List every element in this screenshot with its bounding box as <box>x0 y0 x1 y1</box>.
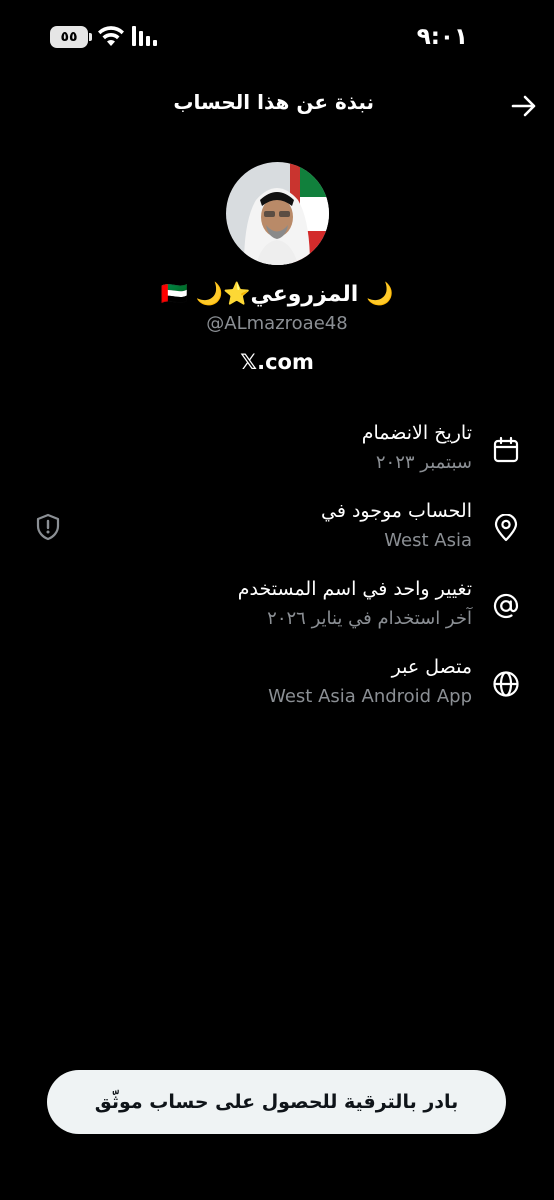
account-location-value: West Asia <box>384 530 472 551</box>
account-location-label: الحساب موجود في <box>321 500 472 522</box>
status-bar: ٥٥ ٩:٠١ <box>0 0 554 76</box>
avatar <box>226 162 329 265</box>
join-date-value: سبتمبر ٢٠٢٣ <box>375 452 472 473</box>
user-handle: @ALmazroae48 <box>206 313 348 334</box>
battery-icon: ٥٥ <box>50 26 92 48</box>
upgrade-verified-button[interactable]: بادر بالترقية للحصول على حساب موثّق <box>47 1070 506 1134</box>
join-date-row: تاريخ الانضمام سبتمبر ٢٠٢٣ <box>0 422 554 482</box>
at-sign-icon <box>493 593 519 619</box>
username-change-label: تغيير واحد في اسم المستخدم <box>237 578 472 600</box>
battery-level: ٥٥ <box>60 29 78 45</box>
arrow-right-icon[interactable] <box>510 92 538 120</box>
clock-time: ٩:٠١ <box>416 24 468 50</box>
connected-via-label: متصل عبر <box>391 656 472 678</box>
join-date-label: تاريخ الانضمام <box>361 422 472 444</box>
username-change-value: آخر استخدام في يناير ٢٠٢٦ <box>267 608 472 629</box>
account-location-row: الحساب موجود في West Asia <box>0 500 554 560</box>
signal-bars-icon <box>132 26 157 46</box>
calendar-icon <box>493 436 519 463</box>
username-change-row: تغيير واحد في اسم المستخدم آخر استخدام ف… <box>0 578 554 638</box>
wifi-icon <box>98 26 124 46</box>
display-name: 🌙 المزروعي⭐🌙 🇦🇪 <box>160 282 394 307</box>
page-title: نبذة عن هذا الحساب <box>173 90 374 114</box>
website-link[interactable]: 𝕏.com <box>0 350 554 374</box>
location-pin-icon <box>494 514 518 542</box>
connected-via-value: West Asia Android App <box>268 686 472 707</box>
connected-via-row: متصل عبر West Asia Android App <box>0 656 554 716</box>
globe-icon <box>493 671 519 697</box>
page-header: نبذة عن هذا الحساب <box>0 78 554 130</box>
shield-alert-icon[interactable] <box>35 513 61 541</box>
